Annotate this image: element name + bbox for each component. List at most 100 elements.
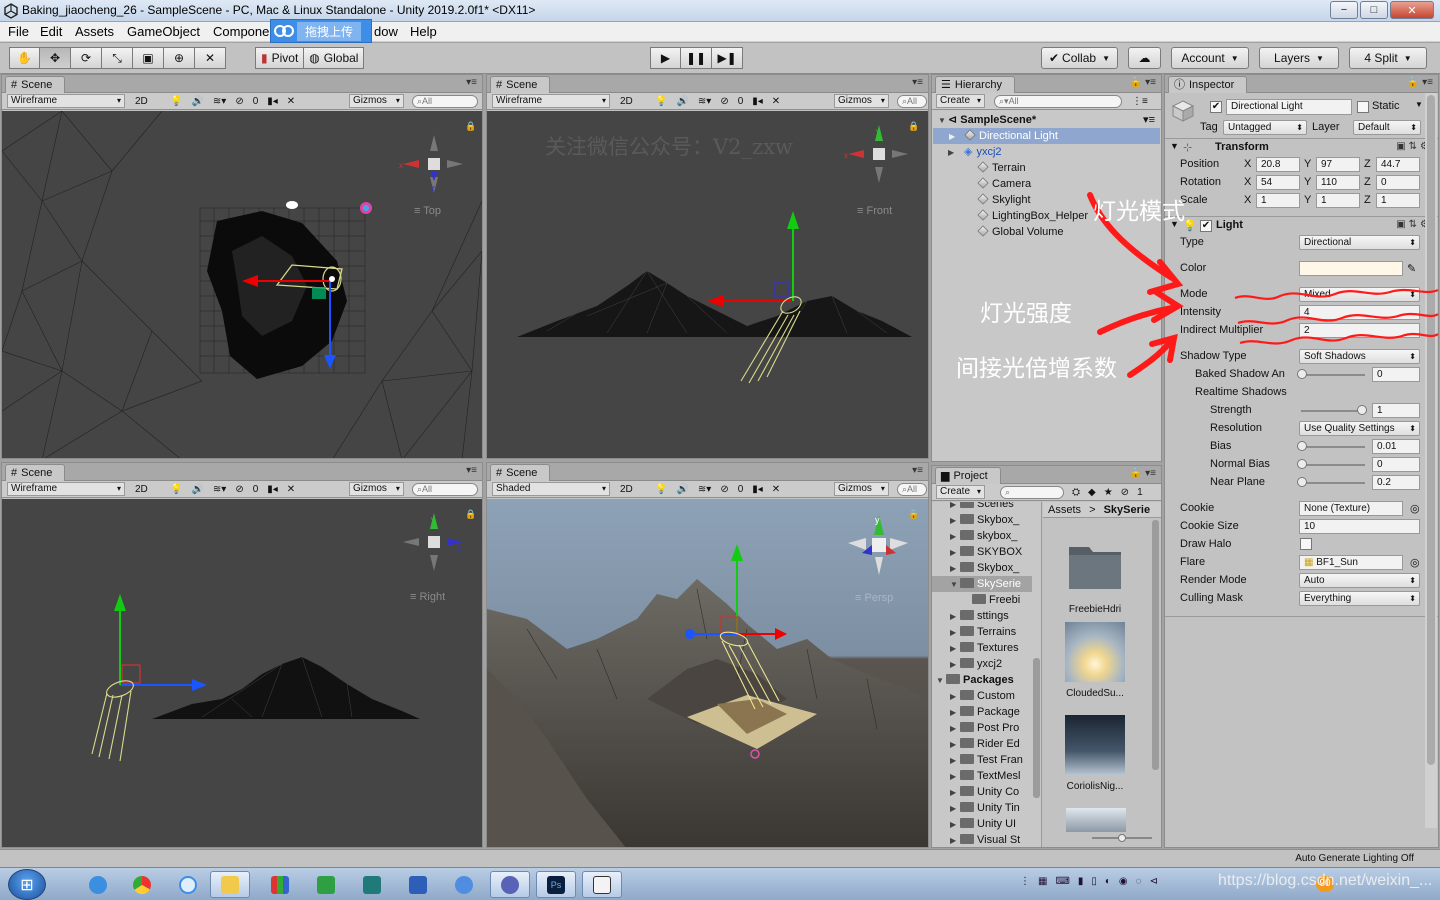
gizmos-dropdown[interactable]: Gizmos [349,94,404,108]
taskbar-explorer[interactable] [210,871,250,898]
orientation-gizmo-front[interactable]: yx [842,121,912,191]
start-button[interactable]: ⊞ [8,869,46,900]
menu-assets[interactable]: Assets [75,24,114,39]
panel-lock-menu-icon[interactable]: 🔒 ▾≡ [1407,77,1433,88]
audio-icon[interactable]: 🔊 [191,484,203,495]
account-dropdown[interactable]: Account ▼ [1171,47,1249,69]
layout-dropdown[interactable]: 4 Split ▼ [1349,47,1427,69]
system-tray-icons[interactable]: ⋮▦⌨▮▯◐◉◌⊲ [1020,876,1166,887]
strength-slider-knob[interactable] [1357,405,1367,415]
project-folder-item[interactable]: ▶ Unity Tin [932,800,1028,816]
project-folder-item[interactable]: ▶ SKYBOX [932,544,1028,560]
hierarchy-item-camera[interactable]: Camera [977,176,1031,192]
camera-icon[interactable]: ▮◂ [267,96,278,107]
effects-icon[interactable]: ≋▾ [213,484,226,495]
cloud-button[interactable]: ☁ [1128,47,1161,69]
tools-icon[interactable]: ✕ [772,484,780,495]
light-type-dropdown[interactable]: Directional [1299,235,1420,250]
taskbar-app-viewer[interactable] [490,871,530,898]
project-search-input[interactable]: ⌕ [1000,485,1064,499]
project-folder-item[interactable]: ▶ Textures [932,640,1028,656]
panel-menu-icon[interactable]: ▾≡ [466,77,477,88]
draw-mode-dropdown[interactable]: Wireframe [492,94,610,108]
static-dropdown-arrow-icon[interactable]: ▼ [1415,100,1423,109]
tab-inspector[interactable]: ⓘ Inspector [1168,76,1248,93]
breadcrumb-assets[interactable]: Assets [1048,504,1081,516]
rect-tool-button[interactable]: ▣ [133,47,164,69]
gizmos-dropdown[interactable]: Gizmos [349,482,404,496]
draw-mode-dropdown[interactable]: Wireframe [7,94,125,108]
folder-expand-arrow-icon[interactable]: ▶ [950,817,960,832]
light-color-swatch[interactable] [1299,261,1403,276]
toggle-2d-button[interactable]: 2D [620,482,633,496]
taskbar-app-green[interactable] [306,871,346,898]
minimize-button[interactable]: − [1330,1,1358,19]
asset-freebiehdri[interactable]: FreebieHdri [1058,535,1132,615]
scene-viewport-right[interactable]: yz ≡ Right 🔒 [2,499,482,847]
favorite-star-icon[interactable]: ★ [1104,487,1113,498]
hierarchy-filter-icon[interactable]: ⋮≡ [1132,94,1148,108]
menu-help[interactable]: Help [410,24,437,39]
intensity-field[interactable]: 4 [1299,305,1420,320]
expand-arrow-icon[interactable]: ▼ [938,113,948,129]
taskbar-chrome[interactable] [122,871,162,898]
asset-cloudedsu[interactable]: CloudedSu... [1058,622,1132,699]
folder-expand-arrow-icon[interactable]: ▼ [936,673,946,688]
lighting-icon[interactable]: 💡 [655,484,667,495]
position-z-field[interactable]: 44.7 [1376,157,1420,172]
light-enabled-checkbox[interactable]: ✔ [1200,220,1212,232]
assets-scrollbar[interactable] [1151,520,1161,820]
baked-angle-slider-knob[interactable] [1297,369,1307,379]
global-toggle[interactable]: ◍ Global [304,47,365,69]
hidden-objects-icon[interactable]: ⊘ [235,484,243,495]
taskbar-app-blue[interactable] [398,871,438,898]
pause-button[interactable]: ❚❚ [681,47,713,69]
layers-dropdown[interactable]: Layers ▼ [1259,47,1339,69]
project-folder-item[interactable]: ▶ Visual St [932,832,1028,847]
baked-angle-field[interactable]: 0 [1372,367,1420,382]
taskbar-app-chart[interactable] [260,871,300,898]
play-button[interactable]: ▶ [650,47,681,69]
bias-slider-knob[interactable] [1297,441,1307,451]
static-checkbox[interactable] [1357,101,1369,113]
toggle-2d-button[interactable]: 2D [135,482,148,496]
project-folder-item[interactable]: ▶ skybox_ [932,528,1028,544]
lock-icon[interactable]: 🔒 [465,509,476,520]
panel-menu-icon[interactable]: ▾≡ [466,465,477,476]
bias-field[interactable]: 0.01 [1372,439,1420,454]
audio-icon[interactable]: 🔊 [191,96,203,107]
tag-dropdown[interactable]: Untagged [1223,120,1307,135]
inspector-scrollbar[interactable] [1425,93,1437,828]
project-folder-item[interactable]: Freebi [932,592,1028,608]
camera-icon[interactable]: ▮◂ [752,484,763,495]
hierarchy-item-terrain[interactable]: Terrain [977,160,1026,176]
folder-expand-arrow-icon[interactable]: ▶ [950,529,960,544]
project-folder-item[interactable]: ▶ TextMesl [932,768,1028,784]
strength-slider[interactable] [1301,410,1365,412]
folder-expand-arrow-icon[interactable]: ▶ [950,705,960,720]
hierarchy-item-directional-light[interactable]: ▶ Directional Light [933,128,1160,144]
project-folder-item[interactable]: ▶ Package [932,704,1028,720]
toggle-2d-button[interactable]: 2D [620,94,633,108]
scene-search-input[interactable]: ⌕All [897,482,927,496]
orientation-gizmo-right[interactable]: yz [397,509,467,579]
folder-expand-arrow-icon[interactable]: ▶ [950,502,960,512]
near-plane-slider-knob[interactable] [1297,477,1307,487]
hierarchy-search-input[interactable]: ⌕▾All [994,94,1122,108]
indirect-multiplier-field[interactable]: 2 [1299,323,1420,338]
scale-z-field[interactable]: 1 [1376,193,1420,208]
transform-header[interactable]: ▼ ⊹ Transform ▣⇅⚙ [1165,138,1438,156]
thumbnail-size-slider[interactable] [1092,834,1152,842]
resolution-dropdown[interactable]: Use Quality Settings [1299,421,1420,436]
normal-bias-slider[interactable] [1301,464,1365,466]
scene-viewport-persp[interactable]: y ≡ Persp 🔒 [487,499,928,847]
hidden-objects-icon[interactable]: ⊘ [720,96,728,107]
eyedropper-icon[interactable]: ✎ [1407,262,1416,275]
hand-tool-button[interactable]: ✋ [9,47,40,69]
taskbar-app-swirl[interactable] [444,871,484,898]
hidden-objects-icon[interactable]: ⊘ [720,484,728,495]
tab-hierarchy[interactable]: ☰ Hierarchy [935,76,1015,93]
folder-expand-arrow-icon[interactable]: ▶ [950,641,960,656]
scale-x-field[interactable]: 1 [1256,193,1300,208]
project-folder-item[interactable]: ▶ Scenes [932,502,1028,512]
